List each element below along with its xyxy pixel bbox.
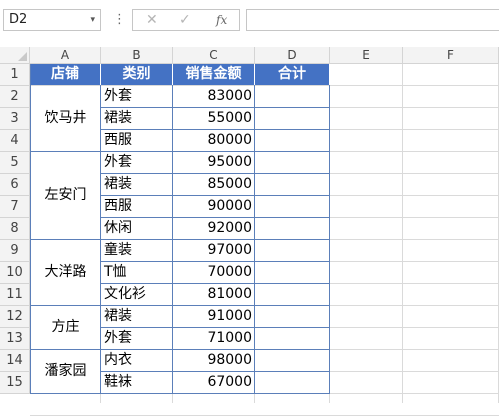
store-cell[interactable]: 潘家园 [30,350,101,393]
row-header-3[interactable]: 3 [0,108,30,130]
total-cell[interactable] [256,152,329,173]
cancel-icon[interactable]: ✕ [146,10,158,30]
category-cell[interactable]: 外套 [102,152,173,173]
category-cell[interactable]: 鞋袜 [102,372,173,393]
amount-cell[interactable]: 71000 [174,328,255,349]
amount-cell[interactable]: 97000 [174,240,255,261]
row-header-10[interactable]: 10 [0,262,30,284]
table-header-3[interactable]: 合计 [255,64,330,85]
row-header-4[interactable]: 4 [0,130,30,152]
amount-cell[interactable]: 70000 [174,262,255,283]
amount-cell[interactable]: 83000 [174,86,255,107]
row-header-6[interactable]: 6 [0,174,30,196]
total-cell[interactable] [256,196,329,217]
formula-bar: D2 ▾ ⋮ ✕ ✓ fx [0,0,499,46]
total-cell[interactable] [256,86,329,107]
amount-cell[interactable]: 98000 [174,350,255,371]
column-header-b[interactable]: B [101,47,173,64]
row-header-13[interactable]: 13 [0,328,30,350]
row-header-14[interactable]: 14 [0,350,30,372]
more-options-icon[interactable]: ⋮ [113,10,126,30]
column-header-c[interactable]: C [173,47,255,64]
formula-buttons: ✕ ✓ fx [132,9,240,31]
amount-cell[interactable]: 55000 [174,108,255,129]
insert-function-icon[interactable]: fx [216,10,227,30]
chevron-down-icon[interactable]: ▾ [90,10,95,30]
category-cell[interactable]: 休闲 [102,218,173,239]
name-box-value: D2 [9,12,28,27]
name-box[interactable]: D2 ▾ [3,9,101,31]
store-cell[interactable]: 方庄 [30,306,101,349]
row-header-5[interactable]: 5 [0,152,30,174]
row-header-2[interactable]: 2 [0,86,30,108]
category-cell[interactable]: 裙装 [102,174,173,195]
table-header-2[interactable]: 销售金额 [173,64,255,85]
store-cell[interactable]: 饮马井 [30,86,101,151]
table-border [30,393,330,394]
table-border [30,64,31,394]
total-cell[interactable] [256,174,329,195]
amount-cell[interactable]: 92000 [174,218,255,239]
total-cell[interactable] [256,372,329,393]
total-cell[interactable] [256,350,329,371]
amount-cell[interactable]: 67000 [174,372,255,393]
amount-cell[interactable]: 91000 [174,306,255,327]
amount-cell[interactable]: 85000 [174,174,255,195]
table-border [329,85,330,394]
category-cell[interactable]: 内衣 [102,350,173,371]
amount-cell[interactable]: 81000 [174,284,255,305]
total-cell[interactable] [256,262,329,283]
category-cell[interactable]: 西服 [102,196,173,217]
row-header-8[interactable]: 8 [0,218,30,240]
table-border [254,85,255,394]
category-cell[interactable]: 裙装 [102,108,173,129]
row-header-1[interactable]: 1 [0,64,30,86]
row-header-9[interactable]: 9 [0,240,30,262]
store-cell[interactable]: 左安门 [30,152,101,239]
gridline-vertical [402,64,403,403]
column-header-d[interactable]: D [255,47,330,64]
column-header-e[interactable]: E [330,47,403,64]
category-cell[interactable]: 外套 [102,86,173,107]
total-cell[interactable] [256,240,329,261]
total-cell[interactable] [256,130,329,151]
amount-cell[interactable]: 90000 [174,196,255,217]
table-border [100,85,101,394]
total-cell[interactable] [256,328,329,349]
table-header-1[interactable]: 类别 [101,64,173,85]
total-cell[interactable] [256,218,329,239]
row-header-11[interactable]: 11 [0,284,30,306]
table-header-0[interactable]: 店铺 [30,64,101,85]
category-cell[interactable]: 裙装 [102,306,173,327]
table-border [172,85,173,394]
store-cell[interactable]: 大洋路 [30,240,101,305]
category-cell[interactable]: 西服 [102,130,173,151]
column-header-f[interactable]: F [403,47,499,64]
amount-cell[interactable]: 80000 [174,130,255,151]
column-header-a[interactable]: A [30,47,101,64]
amount-cell[interactable]: 95000 [174,152,255,173]
total-cell[interactable] [256,306,329,327]
formula-input[interactable] [246,9,499,31]
row-header-15[interactable]: 15 [0,372,30,394]
total-cell[interactable] [256,108,329,129]
category-cell[interactable]: 外套 [102,328,173,349]
row-header-12[interactable]: 12 [0,306,30,328]
category-cell[interactable]: T恤 [102,262,173,283]
category-cell[interactable]: 文化衫 [102,284,173,305]
total-cell[interactable] [256,284,329,305]
row-header-7[interactable]: 7 [0,196,30,218]
category-cell[interactable]: 童装 [102,240,173,261]
select-all-corner[interactable] [0,47,30,64]
confirm-icon[interactable]: ✓ [179,10,191,30]
